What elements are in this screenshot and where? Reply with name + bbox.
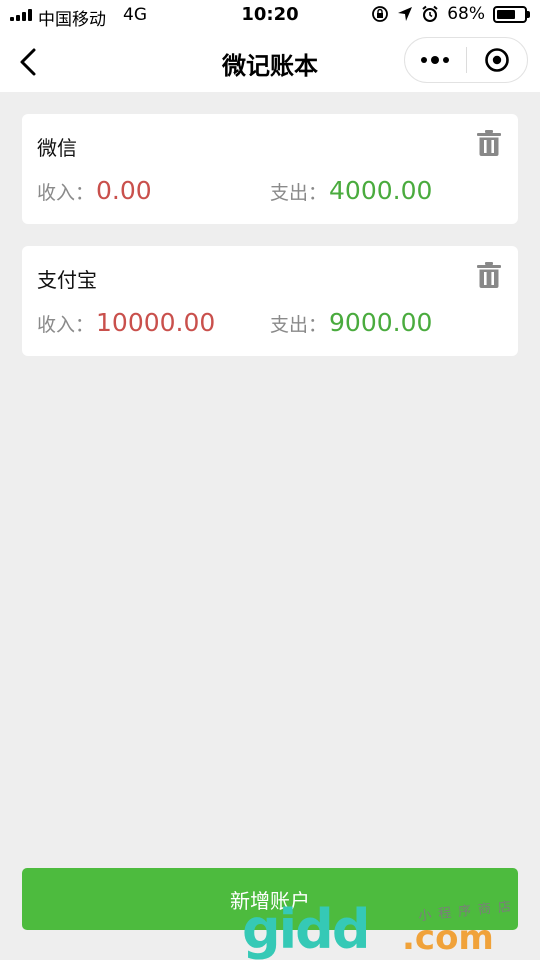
account-card[interactable]: 微信 收入： 0.00 支出： 4000.00	[22, 114, 518, 224]
add-account-button[interactable]: 新增账户	[22, 868, 518, 930]
income-value: 10000.00	[96, 308, 216, 337]
alarm-icon	[422, 5, 438, 22]
expense-label: 支出：	[270, 182, 328, 204]
income-value: 0.00	[96, 176, 152, 205]
battery-level	[497, 9, 515, 19]
expense-value: 9000.00	[329, 308, 433, 337]
expense-label: 支出：	[270, 314, 328, 336]
battery-percent: 68%	[447, 4, 485, 24]
account-name: 微信	[37, 136, 77, 160]
expense-row: 支出： 4000.00	[270, 176, 432, 205]
target-close-icon	[484, 48, 509, 72]
location-icon	[398, 7, 413, 21]
income-label: 收入：	[37, 314, 95, 336]
expense-value: 4000.00	[329, 176, 433, 205]
close-miniprogram-button[interactable]	[466, 38, 527, 82]
battery-icon	[493, 5, 530, 23]
income-row: 收入： 0.00	[37, 176, 152, 205]
income-row: 收入： 10000.00	[37, 308, 215, 337]
account-card[interactable]: 支付宝 收入： 10000.00 支出： 9000.00	[22, 246, 518, 356]
status-right-group: 68%	[371, 4, 530, 24]
more-dots-icon	[421, 56, 450, 64]
more-button[interactable]	[405, 38, 466, 82]
status-bar: 中国移动 4G 10:20 68%	[0, 0, 540, 32]
rotation-lock-icon	[372, 6, 389, 22]
trash-icon[interactable]	[475, 129, 503, 157]
expense-row: 支出： 9000.00	[270, 308, 432, 337]
income-label: 收入：	[37, 182, 95, 204]
account-name: 支付宝	[37, 268, 97, 292]
trash-icon[interactable]	[475, 261, 503, 289]
nav-bar: 微记账本	[0, 32, 540, 92]
menu-capsule	[404, 37, 528, 83]
